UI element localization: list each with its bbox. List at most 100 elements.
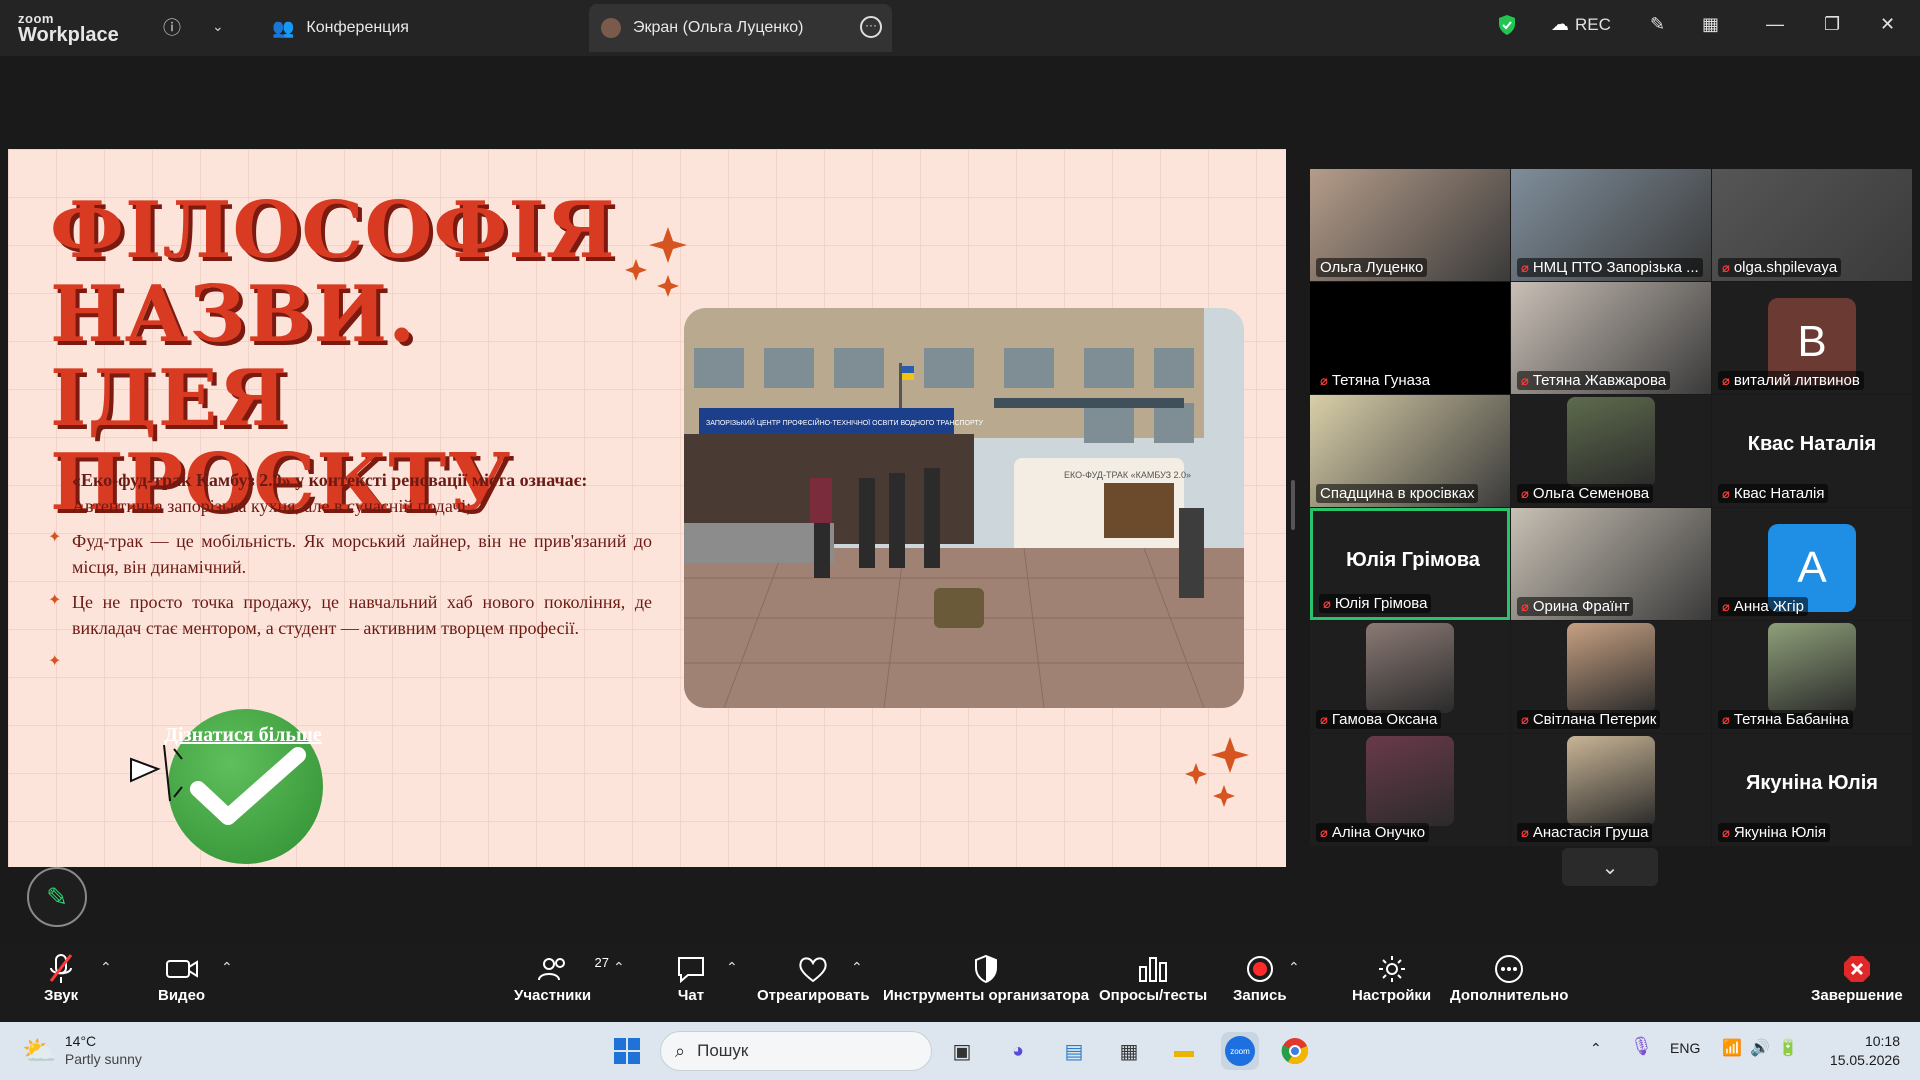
participant-tile[interactable]: ⌀ Ольга Семенова xyxy=(1511,395,1711,507)
mic-muted-icon: ⌀ xyxy=(1722,711,1730,727)
encryption-shield-icon[interactable] xyxy=(1497,14,1517,41)
bar-chart-icon xyxy=(1137,951,1169,987)
audio-label: Звук xyxy=(44,987,79,1004)
participant-name-tag: ⌀ olga.shpilevaya xyxy=(1718,258,1842,277)
svg-text:ЕКО-ФУД-ТРАК «КАМБУЗ 2.0»: ЕКО-ФУД-ТРАК «КАМБУЗ 2.0» xyxy=(1064,470,1191,480)
start-button[interactable] xyxy=(608,1032,646,1070)
react-options-caret[interactable]: ⌃ xyxy=(851,959,863,976)
more-button[interactable]: Дополнительно xyxy=(1450,951,1568,1004)
sparkle-decoration-bottom xyxy=(1185,737,1249,807)
audio-options-caret[interactable]: ⌃ xyxy=(100,959,112,976)
participant-tile[interactable]: ⌀ Тетяна Гуназа xyxy=(1310,282,1510,394)
participants-button[interactable]: 27 Участники xyxy=(514,951,609,1004)
cloud-recording-indicator[interactable]: ☁ REC xyxy=(1551,14,1611,35)
participant-tile[interactable]: ⌀ Тетяна Жавжарова xyxy=(1511,282,1711,394)
language-indicator[interactable]: ENG xyxy=(1670,1040,1700,1056)
participant-name-tag: ⌀ Тетяна Жавжарова xyxy=(1517,371,1671,390)
participants-options-caret[interactable]: ⌃ xyxy=(613,959,625,976)
end-meeting-button[interactable]: Завершение xyxy=(1811,951,1903,1004)
chevron-down-icon: ⌄ xyxy=(1601,856,1619,879)
participant-name: Гамова Оксана xyxy=(1331,711,1438,728)
view-layout-icon[interactable]: ▦ xyxy=(1702,14,1719,35)
mic-muted-icon: ⌀ xyxy=(1320,711,1328,727)
svg-text:ЗАПОРІЗЬКИЙ ЦЕНТР ПРОФЕСІЙНО-Т: ЗАПОРІЗЬКИЙ ЦЕНТР ПРОФЕСІЙНО-ТЕХНІЧНОЇ О… xyxy=(706,418,984,427)
participant-name-tag: ⌀ Орина Фраїнт xyxy=(1517,597,1634,616)
chrome-icon[interactable] xyxy=(1276,1032,1314,1070)
video-camera-icon xyxy=(165,951,199,987)
calculator-icon[interactable]: ▦ xyxy=(1110,1032,1148,1070)
participant-name: Спадщина в кросівках xyxy=(1320,485,1475,502)
mic-muted-icon: ⌀ xyxy=(1722,824,1730,840)
host-tools-button[interactable]: Инструменты организатора xyxy=(883,951,1089,1004)
gallery-scroll-down-button[interactable]: ⌄ xyxy=(1562,848,1658,886)
participant-tile[interactable]: ⌀ Тетяна Бабаніна xyxy=(1712,621,1912,733)
mute-audio-button[interactable]: Звук xyxy=(44,951,78,1004)
battery-icon[interactable]: 🔋 xyxy=(1778,1038,1798,1058)
participant-tile[interactable]: ⌀ Світлана Петерик xyxy=(1511,621,1711,733)
more-options-icon[interactable]: ··· xyxy=(860,16,882,38)
chat-options-caret[interactable]: ⌃ xyxy=(726,959,738,976)
presenter-avatar-icon xyxy=(601,18,621,38)
record-button[interactable]: Запись xyxy=(1233,951,1287,1004)
participant-tile[interactable]: ⌀ Гамова Оксана xyxy=(1310,621,1510,733)
mic-muted-icon: ⌀ xyxy=(1722,485,1730,501)
participants-count: 27 xyxy=(594,955,610,970)
video-options-caret[interactable]: ⌃ xyxy=(221,959,233,976)
chevron-down-icon[interactable]: ⌄ xyxy=(212,18,224,35)
tab-screen-share[interactable]: Экран (Ольга Луценко) ··· xyxy=(589,4,892,52)
participant-photo xyxy=(1567,736,1655,826)
meet-app-icon[interactable]: ◕ xyxy=(999,1032,1037,1070)
tray-overflow-icon[interactable]: ⌃ xyxy=(1590,1040,1602,1057)
annotate-pencil-button[interactable]: ✎ xyxy=(27,867,87,927)
participant-name: Тетяна Гуназа xyxy=(1331,372,1431,389)
participant-tile[interactable]: ⌀ Орина Фраїнт xyxy=(1511,508,1711,620)
participant-tile[interactable]: ⌀ olga.shpilevaya xyxy=(1712,169,1912,281)
participants-icon: 27 xyxy=(537,951,609,987)
record-options-caret[interactable]: ⌃ xyxy=(1288,959,1300,976)
zoom-app-icon[interactable]: zoom xyxy=(1221,1032,1259,1070)
participant-tile[interactable]: Якуніна Юлія ⌀ Якуніна Юлія xyxy=(1712,734,1912,846)
panel-resize-handle[interactable] xyxy=(1291,480,1295,530)
photos-app-icon[interactable]: ▤ xyxy=(1055,1032,1093,1070)
task-view-icon[interactable]: ▣ xyxy=(943,1032,981,1070)
maximize-icon[interactable]: ❐ xyxy=(1824,14,1840,35)
tab-conference[interactable]: 👥 Конференция xyxy=(272,4,572,52)
clock[interactable]: 10:18 15.05.2026 xyxy=(1820,1032,1900,1070)
tray-microphone-icon[interactable]: 🎙 xyxy=(1630,1036,1653,1057)
participant-tile[interactable]: ⌀ Аліна Онучко xyxy=(1310,734,1510,846)
participant-name-tag: ⌀ Світлана Петерик xyxy=(1517,710,1661,729)
participant-tile[interactable]: А ⌀ Анна Жгір xyxy=(1712,508,1912,620)
wifi-icon[interactable]: 📶 xyxy=(1722,1038,1742,1058)
minimize-icon[interactable]: — xyxy=(1766,14,1784,35)
close-icon[interactable]: ✕ xyxy=(1880,14,1895,35)
participant-tile[interactable]: ⌀ НМЦ ПТО Запорізька ... xyxy=(1511,169,1711,281)
info-icon[interactable]: ⓘ xyxy=(163,14,181,40)
file-explorer-icon[interactable]: ▬ xyxy=(1165,1032,1203,1070)
participant-name-tag: ⌀ Анна Жгір xyxy=(1718,597,1808,616)
participant-photo xyxy=(1567,397,1655,487)
bullet-icon: ✦ xyxy=(48,529,62,546)
participant-name: Якуніна Юлія xyxy=(1733,824,1826,841)
participant-tile[interactable]: Спадщина в кросівках xyxy=(1310,395,1510,507)
chat-button[interactable]: Чат xyxy=(676,951,706,1004)
volume-icon[interactable]: 🔊 xyxy=(1750,1038,1770,1058)
participant-tile[interactable]: В ⌀ виталий литвинов xyxy=(1712,282,1912,394)
learn-more-label[interactable]: Дізнатися більше xyxy=(163,721,323,749)
participant-tile[interactable]: ⌀ Анастасія Груша xyxy=(1511,734,1711,846)
participant-name-tag: ⌀ Юлія Грімова xyxy=(1319,594,1432,613)
participant-tile[interactable]: Юлія Грімова ⌀ Юлія Грімова xyxy=(1310,508,1510,620)
participant-tile[interactable]: Квас Наталія ⌀ Квас Наталія xyxy=(1712,395,1912,507)
participant-name-tag: ⌀ НМЦ ПТО Запорізька ... xyxy=(1517,258,1703,277)
zoom-window: zoom Workplace ⓘ ⌄ 👥 Конференция Экран (… xyxy=(0,0,1920,1080)
video-button[interactable]: Видео xyxy=(158,951,205,1004)
weather-widget[interactable]: ⛅ 14°C Partly sunny xyxy=(22,1032,142,1068)
video-label: Видео xyxy=(158,987,206,1004)
slide-point-2: Фуд-трак — це мобільність. Як морський л… xyxy=(72,531,652,577)
polls-button[interactable]: Опросы/тесты xyxy=(1099,951,1207,1004)
mic-muted-icon: ⌀ xyxy=(1521,711,1529,727)
taskbar-search[interactable]: ⌕ Пошук xyxy=(660,1031,932,1071)
annotate-pencil-icon[interactable]: ✎ xyxy=(1650,14,1665,35)
participant-display-name: Юлія Грімова xyxy=(1346,549,1480,571)
settings-button[interactable]: Настройки xyxy=(1352,951,1431,1004)
participant-tile[interactable]: Ольга Луценко xyxy=(1310,169,1510,281)
